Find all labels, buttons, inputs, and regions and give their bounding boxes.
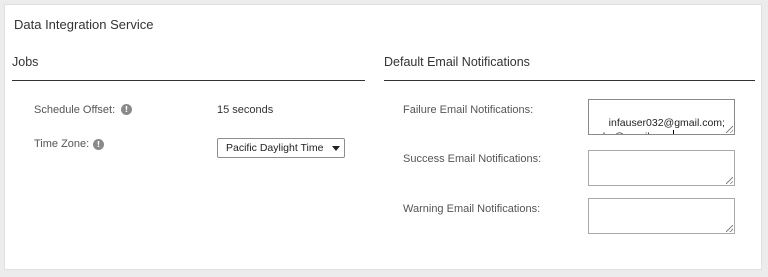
email-notifications-section-title: Default Email Notifications: [384, 55, 530, 69]
resize-handle-icon[interactable]: [726, 177, 733, 184]
time-zone-label: Time Zone:: [34, 138, 90, 150]
resize-handle-icon[interactable]: [726, 126, 733, 133]
failure-email-label: Failure Email Notifications:: [403, 104, 534, 116]
schedule-offset-info-icon[interactable]: !: [121, 104, 132, 115]
failure-email-text: infauser032@gmail.com; abc@email.com: [597, 117, 725, 134]
warning-email-label: Warning Email Notifications:: [403, 203, 541, 215]
resize-handle-icon[interactable]: [726, 225, 733, 232]
data-integration-service-panel: Data Integration Service Jobs Schedule O…: [4, 4, 762, 270]
schedule-offset-label: Schedule Offset:: [34, 104, 116, 116]
warning-email-textarea[interactable]: [588, 198, 735, 234]
success-email-label: Success Email Notifications:: [403, 153, 542, 165]
time-zone-selected-value: Pacific Daylight Time: [226, 142, 324, 154]
success-email-textarea[interactable]: [588, 150, 735, 186]
jobs-section-divider: [12, 80, 365, 81]
panel-title: Data Integration Service: [14, 17, 154, 32]
email-notifications-section-divider: [384, 80, 755, 81]
schedule-offset-value: 15 seconds: [217, 104, 274, 116]
jobs-section-title: Jobs: [12, 55, 39, 69]
text-cursor: [673, 130, 675, 134]
chevron-down-icon: [332, 146, 340, 151]
time-zone-info-icon[interactable]: !: [93, 139, 104, 150]
time-zone-select[interactable]: Pacific Daylight Time: [217, 138, 345, 158]
failure-email-textarea[interactable]: infauser032@gmail.com; abc@email.com: [588, 99, 735, 135]
